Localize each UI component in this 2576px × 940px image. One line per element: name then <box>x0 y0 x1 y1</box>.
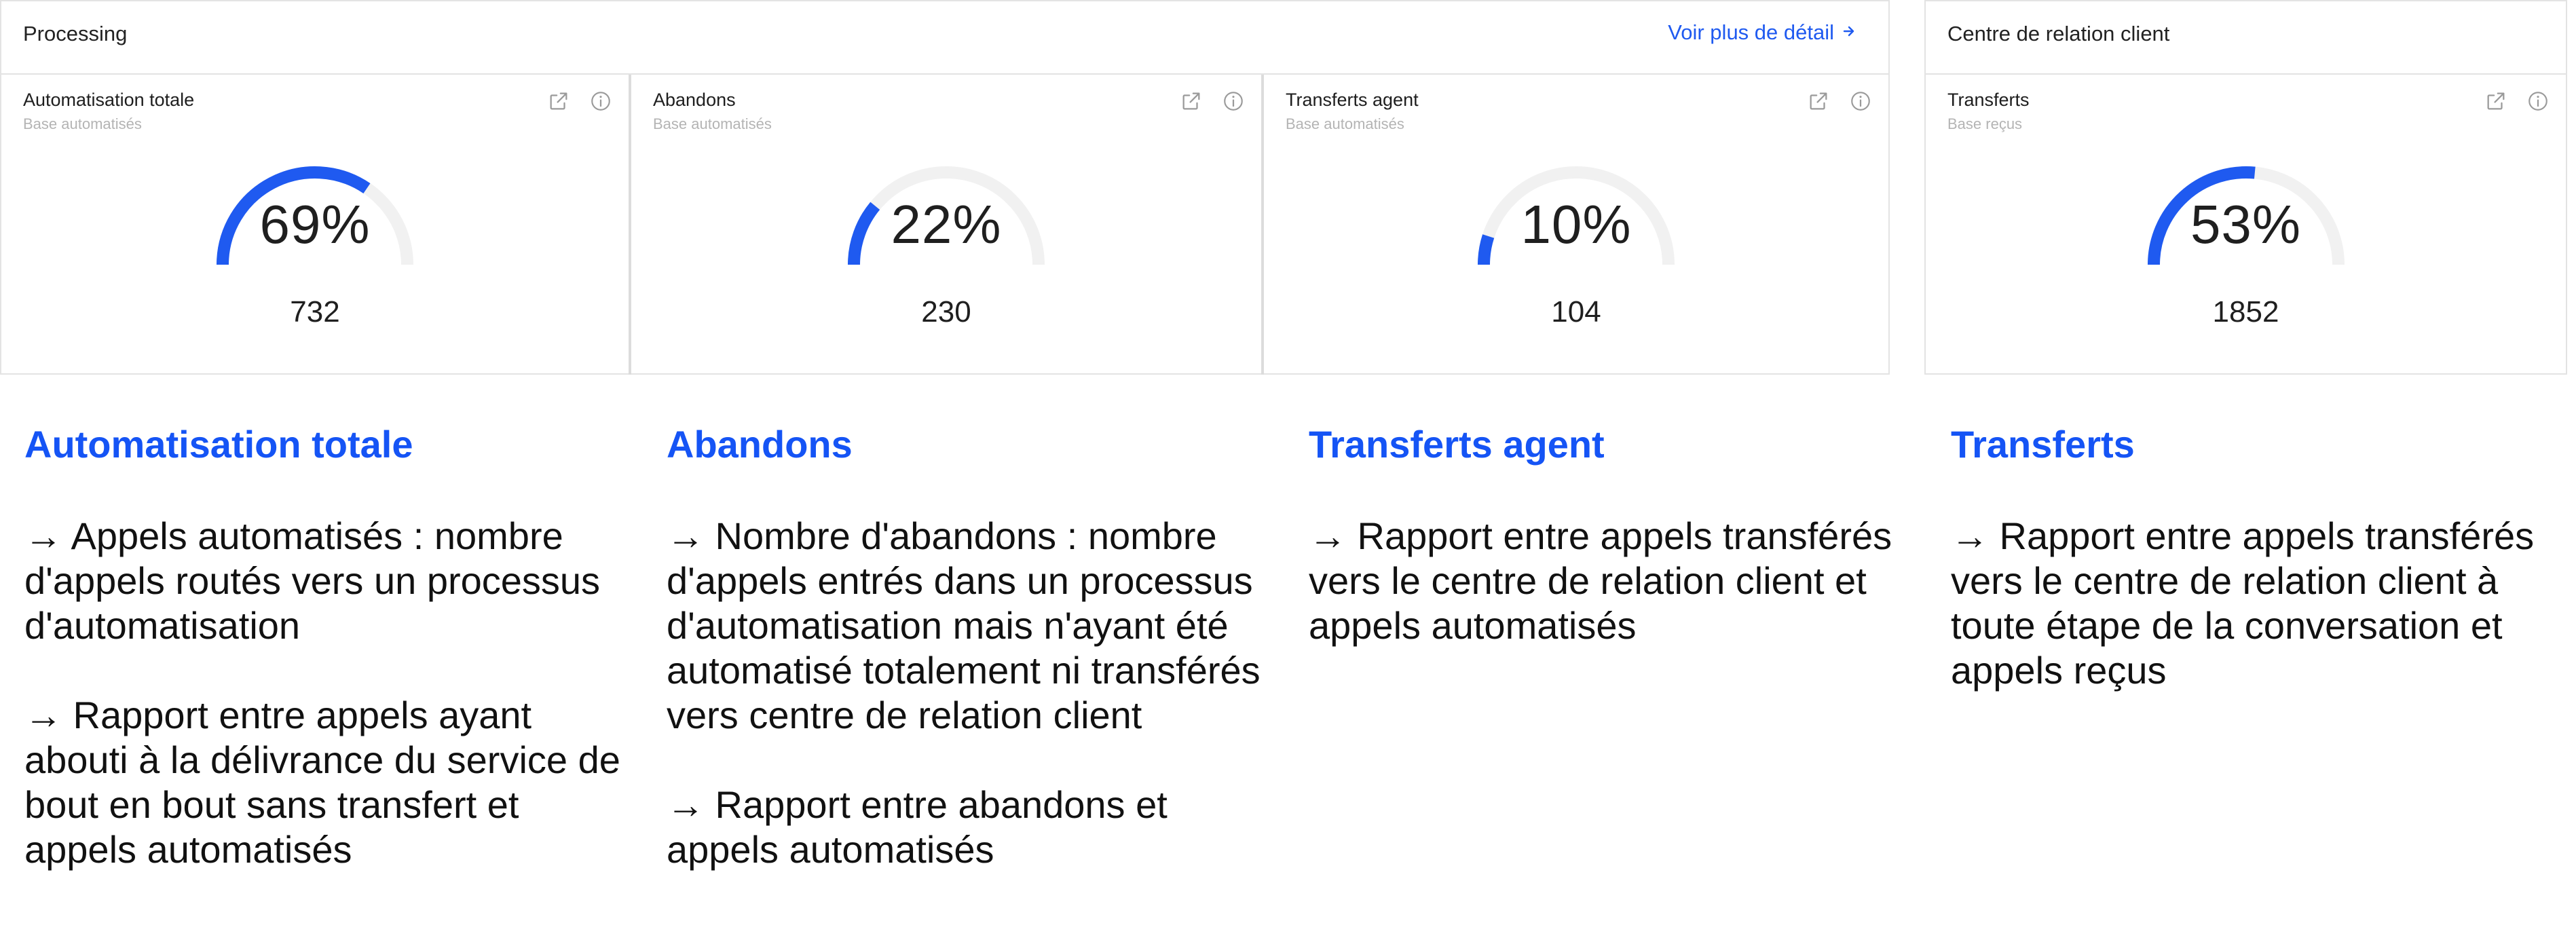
see-more-detail-link[interactable]: Voir plus de détail <box>1668 20 1857 45</box>
description-line: → Rapport entre appels transférés vers l… <box>1309 514 1892 647</box>
card-transferts: Transferts Base reçus 53% 1852 <box>1926 75 2566 375</box>
description-transferts-agent: Transferts agent → Rapport entre appels … <box>1309 422 1920 693</box>
gauge-percent: 22% <box>891 194 1002 255</box>
gauge-percent: 69% <box>259 194 371 255</box>
crc-title: Centre de relation client <box>1947 22 2170 45</box>
description-line: → Rapport entre abandons et appels autom… <box>667 783 1168 871</box>
arrow-right-icon <box>1841 20 1857 45</box>
description-title: Abandons <box>667 423 853 466</box>
card-subtitle: Base automatisés <box>23 115 142 132</box>
see-more-detail-label: Voir plus de détail <box>1668 20 1834 44</box>
description-title: Transferts agent <box>1309 423 1605 466</box>
gauge-percent: 10% <box>1520 194 1632 255</box>
gauge-percent: 53% <box>2190 194 2302 255</box>
info-icon[interactable] <box>1222 90 1245 113</box>
info-icon[interactable] <box>2526 90 2550 113</box>
processing-header: Processing Voir plus de détail <box>1 1 1888 75</box>
card-automatisation-totale: Automatisation totale Base automatisés 6… <box>1 75 631 375</box>
description-line: → Rapport entre appels ayant abouti à la… <box>24 694 620 871</box>
external-link-icon[interactable] <box>1180 90 1203 113</box>
processing-title: Processing <box>23 22 128 45</box>
card-subtitle: Base automatisés <box>1286 115 1404 132</box>
external-link-icon[interactable] <box>1807 90 1830 113</box>
gauge-count: 732 <box>290 295 340 328</box>
card-title: Abandons <box>653 90 736 110</box>
card-abandons: Abandons Base automatisés 22% 230 <box>631 75 1264 375</box>
gauge-count: 104 <box>1551 295 1601 328</box>
card-title: Transferts agent <box>1286 90 1419 110</box>
info-icon[interactable] <box>1849 90 1872 113</box>
info-icon[interactable] <box>589 90 612 113</box>
processing-panel: Processing Voir plus de détail Automatis… <box>0 0 1890 375</box>
card-title: Automatisation totale <box>23 90 195 110</box>
gauge-count: 230 <box>921 295 971 328</box>
description-line: → Rapport entre appels transférés vers l… <box>1951 514 2535 692</box>
crc-header: Centre de relation client <box>1926 1 2566 75</box>
description-title: Transferts <box>1951 423 2135 466</box>
card-subtitle: Base reçus <box>1947 115 2023 132</box>
external-link-icon[interactable] <box>547 90 570 113</box>
description-line: → Nombre d'abandons : nombre d'appels en… <box>667 514 1261 736</box>
description-automatisation-totale: Automatisation totale → Appels automatis… <box>24 422 635 917</box>
card-transferts-agent: Transferts agent Base automatisés 10% 10… <box>1264 75 1888 375</box>
card-subtitle: Base automatisés <box>653 115 772 132</box>
description-abandons: Abandons → Nombre d'abandons : nombre d'… <box>667 422 1277 917</box>
description-transferts: Transferts → Rapport entre appels transf… <box>1951 422 2562 738</box>
external-link-icon[interactable] <box>2484 90 2507 113</box>
card-title: Transferts <box>1947 90 2030 110</box>
gauge-count: 1852 <box>2212 295 2279 328</box>
crc-panel: Centre de relation client Transferts Bas… <box>1924 0 2567 375</box>
description-title: Automatisation totale <box>24 423 413 466</box>
description-line: → Appels automatisés : nombre d'appels r… <box>24 514 601 647</box>
